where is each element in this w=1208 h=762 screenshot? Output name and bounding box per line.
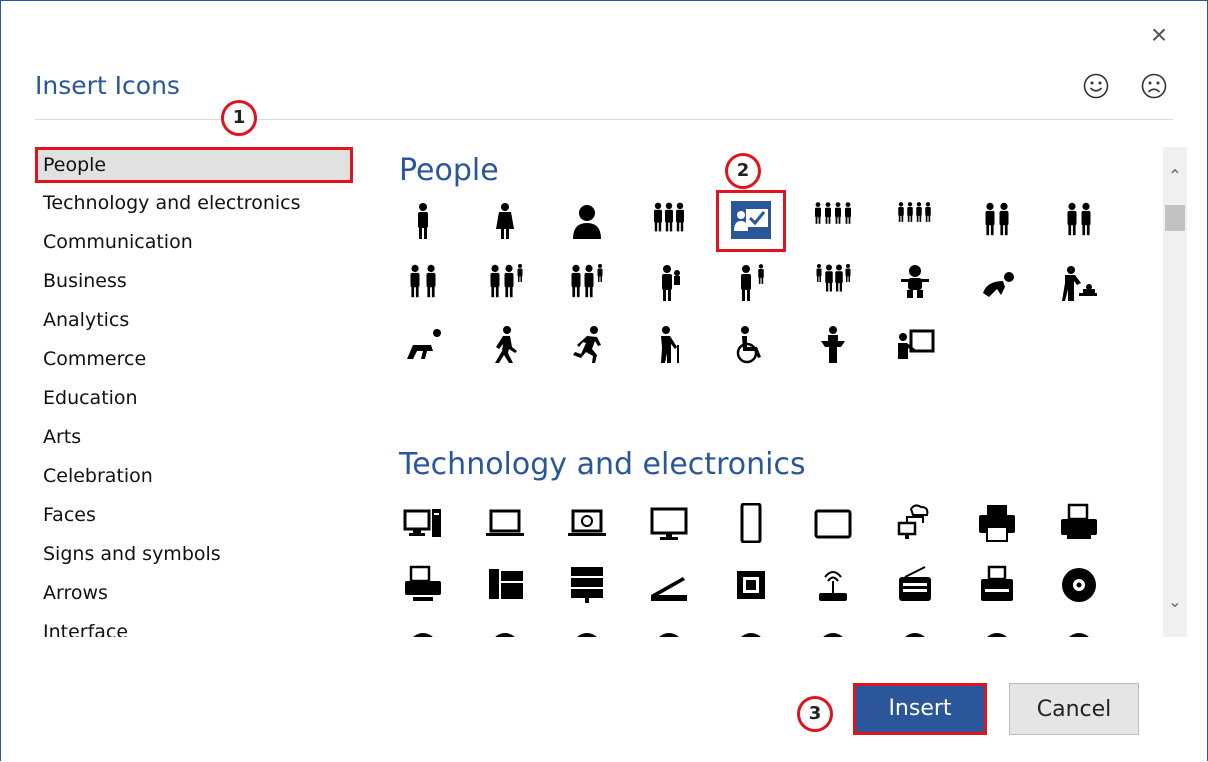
icon-36[interactable]: [1047, 619, 1111, 637]
radio-icon[interactable]: [883, 557, 947, 613]
category-item-technology-and-electronics[interactable]: Technology and electronics: [35, 186, 365, 225]
wifi-router-icon[interactable]: [801, 557, 865, 613]
category-item-analytics[interactable]: Analytics: [35, 303, 365, 342]
disc-icon[interactable]: [1047, 557, 1111, 613]
category-item-arts[interactable]: Arts: [35, 420, 365, 459]
icon-31[interactable]: [637, 619, 701, 637]
scroll-down-icon[interactable]: ⌄: [1163, 591, 1187, 615]
cancel-button[interactable]: Cancel: [1009, 683, 1139, 735]
category-item-celebration[interactable]: Celebration: [35, 459, 365, 498]
icon-35[interactable]: [965, 619, 1029, 637]
woman-icon[interactable]: [473, 193, 537, 249]
category-item-faces[interactable]: Faces: [35, 498, 365, 537]
close-icon[interactable]: ×: [1147, 21, 1171, 49]
icon-29[interactable]: [473, 619, 537, 637]
crowd-small-icon[interactable]: [883, 193, 947, 249]
presentation-board-icon[interactable]: [883, 317, 947, 373]
laptop-icon[interactable]: [473, 495, 537, 551]
group-icon[interactable]: [637, 193, 701, 249]
category-item-arrows[interactable]: Arrows: [35, 576, 365, 615]
printer-icon[interactable]: [965, 495, 1029, 551]
server-icon[interactable]: [555, 557, 619, 613]
callout-1: 1: [221, 100, 257, 136]
processor-chip-icon[interactable]: [719, 557, 783, 613]
vertical-scrollbar[interactable]: ⌃ ⌄: [1163, 147, 1187, 637]
couple-women-icon[interactable]: [1047, 193, 1111, 249]
icon-34[interactable]: [883, 619, 947, 637]
copier-icon[interactable]: [473, 557, 537, 613]
section-heading-people: People: [399, 153, 499, 188]
crowd-icon[interactable]: [801, 193, 865, 249]
laptop-globe-icon[interactable]: [555, 495, 619, 551]
family-child-icon[interactable]: [473, 255, 537, 311]
category-list: People Technology and electronics Communic…: [35, 147, 365, 637]
icon-32[interactable]: [719, 619, 783, 637]
running-icon[interactable]: [555, 317, 619, 373]
insert-icons-dialog: × Insert Icons 1 2 3 People Technology an…: [0, 0, 1208, 761]
desktop-computer-icon[interactable]: [397, 495, 455, 551]
frown-icon[interactable]: [1141, 73, 1167, 99]
tablet-icon[interactable]: [801, 495, 865, 551]
dialog-title: Insert Icons: [35, 71, 180, 100]
insert-button[interactable]: Insert: [853, 683, 987, 735]
category-item-people[interactable]: People: [35, 147, 353, 183]
section-heading-technology: Technology and electronics: [399, 447, 806, 482]
fax-machine-icon[interactable]: [397, 557, 455, 613]
presenter-checkmark-icon[interactable]: [716, 190, 786, 252]
speaker-podium-icon[interactable]: [801, 317, 865, 373]
walking-icon[interactable]: [473, 317, 537, 373]
scroll-thumb[interactable]: [1165, 205, 1185, 231]
family-two-children-icon[interactable]: [555, 255, 619, 311]
scroll-up-icon[interactable]: ⌃: [1163, 165, 1187, 189]
smile-icon[interactable]: [1083, 73, 1109, 99]
icon-30[interactable]: [555, 619, 619, 637]
icon-browser: People Technology and electronics ⌃ ⌄: [397, 147, 1187, 637]
parent-carrying-child-icon[interactable]: [637, 255, 701, 311]
diaper-changing-icon[interactable]: [1047, 255, 1111, 311]
crawling-baby-icon[interactable]: [965, 255, 1029, 311]
wheelchair-icon[interactable]: [719, 317, 783, 373]
user-icon[interactable]: [555, 193, 619, 249]
elderly-cane-icon[interactable]: [637, 317, 701, 373]
man-icon[interactable]: [397, 193, 455, 249]
scanner-icon[interactable]: [637, 557, 701, 613]
icon-33[interactable]: [801, 619, 865, 637]
family-crowd-icon[interactable]: [801, 255, 865, 311]
start-position-icon[interactable]: [397, 317, 455, 373]
category-item-signs-and-symbols[interactable]: Signs and symbols: [35, 537, 365, 576]
category-item-education[interactable]: Education: [35, 381, 365, 420]
category-item-communication[interactable]: Communication: [35, 225, 365, 264]
family-icon[interactable]: [397, 255, 455, 311]
monitor-icon[interactable]: [637, 495, 701, 551]
couple-icon[interactable]: [965, 193, 1029, 249]
printer-document-icon[interactable]: [1047, 495, 1111, 551]
category-item-interface[interactable]: Interface: [35, 615, 365, 637]
typewriter-icon[interactable]: [965, 557, 1029, 613]
callout-3: 3: [797, 696, 833, 732]
smartphone-icon[interactable]: [719, 495, 783, 551]
parent-with-child-icon[interactable]: [719, 255, 783, 311]
title-divider: [35, 119, 1173, 120]
baby-icon[interactable]: [883, 255, 947, 311]
category-item-commerce[interactable]: Commerce: [35, 342, 365, 381]
icon-28[interactable]: [397, 619, 455, 637]
category-item-business[interactable]: Business: [35, 264, 365, 303]
network-cloud-icon[interactable]: [883, 495, 947, 551]
